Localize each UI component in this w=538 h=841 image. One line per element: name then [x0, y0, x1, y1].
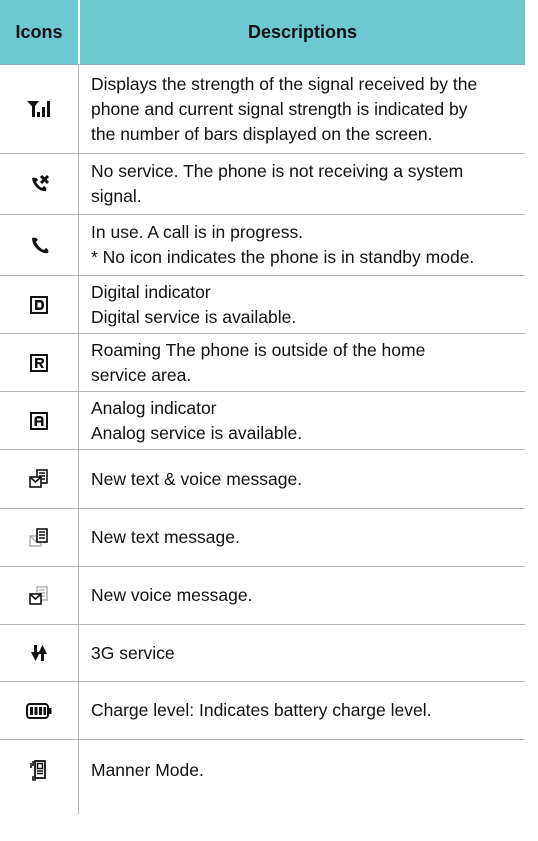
row-description: 3G service	[91, 625, 517, 681]
description-line: Displays the strength of the signal rece…	[91, 73, 478, 94]
voice-message-icon	[0, 567, 78, 624]
icons-column-header: Icons	[15, 22, 63, 42]
column-divider	[78, 64, 79, 814]
description-line: Digital service is available.	[91, 306, 297, 327]
row-description: Manner Mode.	[91, 740, 517, 800]
description-line: In use. A call is in progress.	[91, 222, 304, 242]
description-line: New voice message.	[91, 585, 253, 605]
row-description: New text & voice message.	[91, 450, 517, 508]
description-line: New text & voice message.	[91, 468, 303, 489]
description-line: Analog service is available.	[91, 422, 303, 443]
description-line: Charge level: Indicates battery charge l…	[91, 700, 432, 720]
description-line: * No icon indicates the phone is in stan…	[91, 247, 475, 267]
row-description: Analog indicator Analog service is avail…	[91, 392, 517, 449]
manner-mode-icon	[0, 740, 78, 800]
digital-indicator-icon	[0, 276, 78, 333]
text-message-icon	[0, 509, 78, 566]
row-description: Roaming The phone is outside of the home…	[91, 334, 517, 391]
battery-charge-icon	[0, 682, 78, 739]
row-description: New voice message.	[91, 567, 517, 624]
description-line: phone and current signal strength is ind…	[91, 98, 468, 119]
row-description: In use. A call is in progress. * No icon…	[91, 215, 517, 275]
analog-indicator-icon	[0, 392, 78, 449]
table-header: Icons Descriptions	[0, 0, 525, 65]
descriptions-column-header: Descriptions	[247, 22, 358, 42]
description-line: 3G service	[91, 642, 175, 663]
description-line: service area.	[91, 364, 192, 385]
row-description: Digital indicator Digital service is ava…	[91, 276, 517, 333]
text-voice-message-icon	[0, 450, 78, 508]
description-line: No service. The phone is not receiving a…	[91, 161, 464, 181]
description-line: Analog indicator	[91, 397, 217, 418]
row-description: New text message.	[91, 509, 517, 566]
description-line: signal.	[91, 186, 142, 206]
row-description: No service. The phone is not receiving a…	[91, 154, 517, 214]
call-in-use-icon	[0, 215, 78, 275]
signal-strength-icon	[0, 65, 78, 153]
description-line: Digital indicator	[91, 281, 211, 302]
description-line: Manner Mode.	[91, 759, 204, 780]
description-line: the number of bars displayed on the scre…	[91, 123, 433, 144]
row-description: Displays the strength of the signal rece…	[91, 65, 517, 153]
row-description: Charge level: Indicates battery charge l…	[91, 682, 517, 739]
description-line: New text message.	[91, 527, 240, 547]
no-service-icon	[0, 154, 78, 214]
description-line: Roaming The phone is outside of the home	[91, 339, 426, 360]
roaming-icon	[0, 334, 78, 391]
icons-table: Icons Descriptions Displays the strength…	[0, 0, 525, 814]
3g-service-icon	[0, 625, 78, 681]
